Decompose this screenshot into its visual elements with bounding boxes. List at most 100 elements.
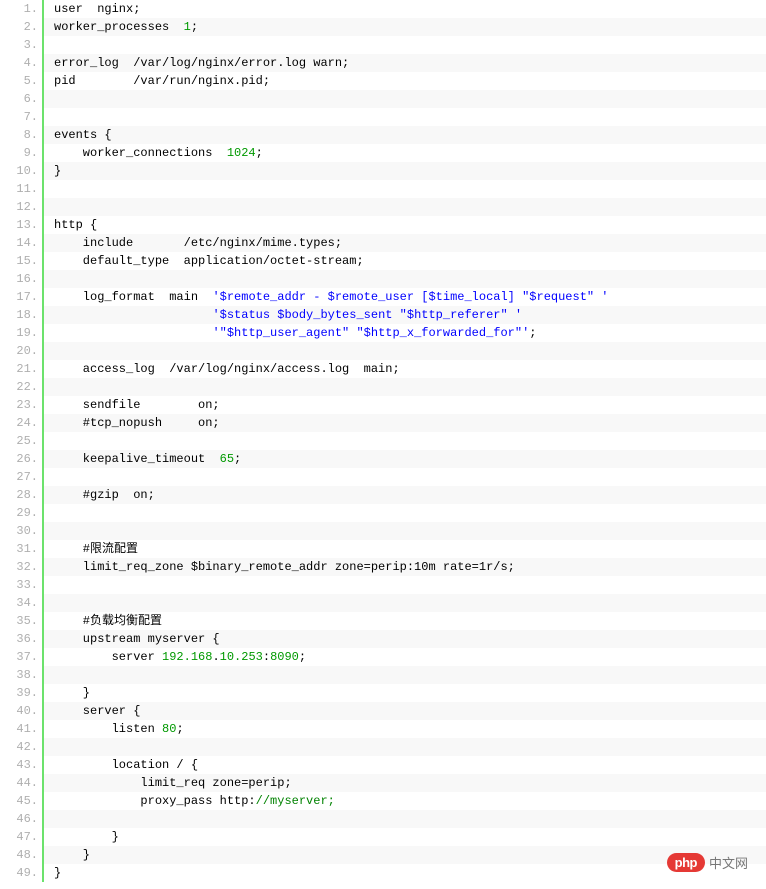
line-number: 34. xyxy=(0,594,38,612)
code-line: 3. xyxy=(44,36,766,54)
line-number: 45. xyxy=(0,792,38,810)
line-number: 11. xyxy=(0,180,38,198)
code-content: error_log /var/log/nginx/error.log warn; xyxy=(44,54,766,72)
code-content xyxy=(44,576,766,594)
code-content xyxy=(44,468,766,486)
code-content xyxy=(44,270,766,288)
line-number: 42. xyxy=(0,738,38,756)
code-line: 39. } xyxy=(44,684,766,702)
code-content: keepalive_timeout 65; xyxy=(44,450,766,468)
line-number: 22. xyxy=(0,378,38,396)
code-line: 25. xyxy=(44,432,766,450)
line-number: 14. xyxy=(0,234,38,252)
line-number: 13. xyxy=(0,216,38,234)
watermark-text: 中文网 xyxy=(709,853,748,872)
code-content: sendfile on; xyxy=(44,396,766,414)
code-line: 38. xyxy=(44,666,766,684)
line-number: 38. xyxy=(0,666,38,684)
code-content xyxy=(44,810,766,828)
code-line: 31. #限流配置 xyxy=(44,540,766,558)
code-line: 32. limit_req_zone $binary_remote_addr z… xyxy=(44,558,766,576)
code-line: 28. #gzip on; xyxy=(44,486,766,504)
code-line: 1.user nginx; xyxy=(44,0,766,18)
line-number: 9. xyxy=(0,144,38,162)
code-line: 17. log_format main '$remote_addr - $rem… xyxy=(44,288,766,306)
code-content: pid /var/run/nginx.pid; xyxy=(44,72,766,90)
line-number: 5. xyxy=(0,72,38,90)
code-line: 27. xyxy=(44,468,766,486)
line-number: 47. xyxy=(0,828,38,846)
line-number: 41. xyxy=(0,720,38,738)
code-content xyxy=(44,90,766,108)
code-line: 34. xyxy=(44,594,766,612)
code-line: 4.error_log /var/log/nginx/error.log war… xyxy=(44,54,766,72)
code-content: worker_processes 1; xyxy=(44,18,766,36)
line-number: 18. xyxy=(0,306,38,324)
watermark-logo: php 中文网 xyxy=(667,853,748,872)
code-content: listen 80; xyxy=(44,720,766,738)
line-number: 28. xyxy=(0,486,38,504)
line-number: 12. xyxy=(0,198,38,216)
code-content xyxy=(44,738,766,756)
code-content xyxy=(44,522,766,540)
line-number: 44. xyxy=(0,774,38,792)
code-line: 33. xyxy=(44,576,766,594)
code-line: 36. upstream myserver { xyxy=(44,630,766,648)
line-number: 7. xyxy=(0,108,38,126)
code-line: 21. access_log /var/log/nginx/access.log… xyxy=(44,360,766,378)
code-content: } xyxy=(44,684,766,702)
line-number: 29. xyxy=(0,504,38,522)
code-line: 20. xyxy=(44,342,766,360)
line-number: 39. xyxy=(0,684,38,702)
code-content: limit_req zone=perip; xyxy=(44,774,766,792)
code-content: #tcp_nopush on; xyxy=(44,414,766,432)
code-content xyxy=(44,594,766,612)
line-number: 2. xyxy=(0,18,38,36)
watermark-badge: php xyxy=(667,853,705,872)
code-content: access_log /var/log/nginx/access.log mai… xyxy=(44,360,766,378)
code-line: 44. limit_req zone=perip; xyxy=(44,774,766,792)
code-line: 12. xyxy=(44,198,766,216)
code-block: 1.user nginx;2.worker_processes 1;3. 4.e… xyxy=(42,0,766,882)
line-number: 26. xyxy=(0,450,38,468)
code-content: #负载均衡配置 xyxy=(44,612,766,630)
code-line: 11. xyxy=(44,180,766,198)
code-content: include /etc/nginx/mime.types; xyxy=(44,234,766,252)
code-content: #限流配置 xyxy=(44,540,766,558)
code-content xyxy=(44,108,766,126)
code-content: '"$http_user_agent" "$http_x_forwarded_f… xyxy=(44,324,766,342)
code-line: 10.} xyxy=(44,162,766,180)
code-line: 7. xyxy=(44,108,766,126)
code-line: 30. xyxy=(44,522,766,540)
line-number: 35. xyxy=(0,612,38,630)
code-content: server 192.168.10.253:8090; xyxy=(44,648,766,666)
code-line: 49.} xyxy=(44,864,766,882)
code-line: 42. xyxy=(44,738,766,756)
code-content: events { xyxy=(44,126,766,144)
code-line: 48. } xyxy=(44,846,766,864)
code-line: 9. worker_connections 1024; xyxy=(44,144,766,162)
code-line: 35. #负载均衡配置 xyxy=(44,612,766,630)
code-line: 13.http { xyxy=(44,216,766,234)
code-line: 23. sendfile on; xyxy=(44,396,766,414)
line-number: 48. xyxy=(0,846,38,864)
line-number: 6. xyxy=(0,90,38,108)
line-number: 15. xyxy=(0,252,38,270)
code-content xyxy=(44,378,766,396)
code-line: 43. location / { xyxy=(44,756,766,774)
code-line: 2.worker_processes 1; xyxy=(44,18,766,36)
code-content: } xyxy=(44,828,766,846)
code-content xyxy=(44,342,766,360)
code-line: 37. server 192.168.10.253:8090; xyxy=(44,648,766,666)
line-number: 27. xyxy=(0,468,38,486)
line-number: 1. xyxy=(0,0,38,18)
code-content: } xyxy=(44,846,766,864)
code-line: 46. xyxy=(44,810,766,828)
line-number: 8. xyxy=(0,126,38,144)
code-content: user nginx; xyxy=(44,0,766,18)
line-number: 36. xyxy=(0,630,38,648)
line-number: 32. xyxy=(0,558,38,576)
line-number: 10. xyxy=(0,162,38,180)
code-content: limit_req_zone $binary_remote_addr zone=… xyxy=(44,558,766,576)
code-content: } xyxy=(44,864,766,882)
